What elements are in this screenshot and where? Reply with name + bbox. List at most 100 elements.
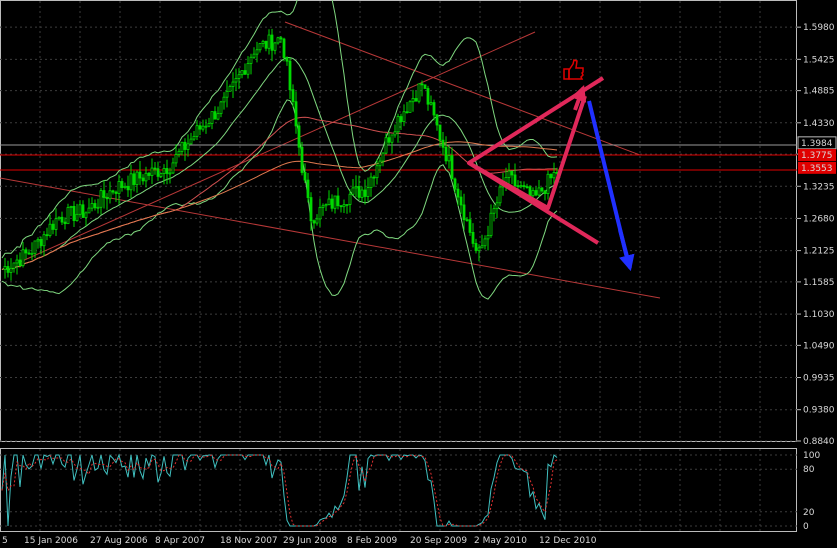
candle-body: [453, 178, 457, 190]
candle-body: [69, 206, 73, 208]
candle-body: [42, 234, 46, 247]
candle-body: [381, 152, 385, 162]
candle-body: [462, 204, 466, 221]
candle-body: [216, 113, 220, 120]
candle-body: [489, 212, 493, 236]
candle-body: [465, 219, 469, 222]
candle-body: [459, 196, 463, 206]
candle-body: [33, 240, 37, 254]
candle-body: [204, 125, 208, 128]
candle-body: [399, 116, 403, 122]
candle-body: [87, 207, 91, 214]
candle-body: [138, 171, 142, 179]
candle-body: [495, 202, 499, 210]
candle-body: [24, 249, 28, 254]
candle-body: [537, 187, 541, 196]
y-tick-label: 1.0490: [803, 341, 835, 351]
candle-body: [441, 139, 445, 148]
candle-body: [324, 204, 328, 207]
candle-body: [21, 249, 25, 266]
candle-body: [351, 187, 355, 195]
candle-body: [384, 137, 388, 154]
candle-body: [78, 204, 82, 215]
candle-body: [255, 49, 259, 55]
candle-body: [108, 190, 112, 200]
candle-body: [156, 168, 160, 177]
candle-body: [111, 190, 115, 193]
candle-body: [447, 155, 451, 162]
candle-body: [357, 186, 361, 198]
candle-body: [432, 102, 436, 116]
thumbs-up-icon: [563, 59, 584, 80]
candle-body: [348, 193, 352, 205]
candle-body: [207, 123, 211, 127]
candle-body: [192, 135, 196, 140]
candle-body: [552, 171, 556, 179]
candle-body: [186, 143, 190, 150]
candle-body: [516, 185, 520, 188]
x-tick-label: 27 Aug 2006: [90, 536, 148, 546]
support-trendline: [0, 177, 661, 299]
candle-body: [249, 56, 253, 64]
candle-body: [282, 38, 286, 58]
y-tick-label: 1.5425: [803, 55, 835, 65]
rising-trendline: [19, 31, 536, 263]
chart-canvas: 1.59801.54251.48851.43301.37901.32351.26…: [0, 0, 837, 546]
candle-body: [54, 218, 58, 230]
candle-body: [261, 40, 265, 44]
candle-body: [243, 70, 247, 75]
candle-body: [456, 188, 460, 198]
candle-body: [132, 173, 136, 185]
candle-body: [369, 176, 373, 188]
candle-body: [294, 101, 298, 127]
candle-body: [36, 238, 40, 242]
candle-body: [390, 134, 394, 143]
forecast-arrow: [618, 229, 635, 272]
osc-tick-label: 0: [803, 522, 809, 532]
candle-body: [264, 40, 268, 49]
main-grid: [0, 1, 797, 442]
candle-body: [396, 116, 400, 133]
candle-body: [90, 203, 94, 209]
candle-body: [228, 86, 232, 92]
x-tick-label: 20 Sep 2009: [410, 536, 467, 546]
candle-body: [12, 262, 16, 269]
candle-body: [549, 173, 553, 179]
candle-body: [177, 150, 181, 155]
y-tick-label: 1.5980: [803, 23, 835, 33]
candle-body: [201, 125, 205, 130]
y-tick-label: 1.1585: [803, 278, 835, 288]
candle-body: [225, 90, 229, 98]
candle-body: [546, 173, 550, 195]
candle-body: [267, 34, 271, 49]
candle-body: [159, 173, 163, 177]
candle-body: [6, 266, 10, 273]
candle-body: [18, 259, 22, 266]
candle-body: [336, 195, 340, 207]
candle-body: [123, 185, 127, 188]
candle-body: [57, 216, 61, 220]
candle-body: [315, 218, 319, 224]
candle-body: [417, 83, 421, 102]
candle-body: [117, 181, 121, 194]
osc-tick-label: 100: [803, 451, 820, 461]
candle-body: [366, 187, 370, 197]
candle-body: [276, 37, 280, 44]
candle-body: [321, 205, 325, 208]
x-tick-label: 2 May 2010: [474, 536, 527, 546]
candle-body: [519, 185, 523, 188]
candle-body: [126, 185, 130, 191]
x-tick-label: 18 Nov 2007: [220, 536, 278, 546]
candle-body: [405, 111, 409, 114]
candle-body: [411, 98, 415, 103]
candle-body: [219, 101, 223, 115]
candle-body: [378, 160, 382, 167]
candle-body: [339, 205, 343, 208]
y-tick-label: 1.4885: [803, 87, 835, 97]
candle-body: [258, 43, 262, 51]
y-tick-label: 1.1030: [803, 310, 835, 320]
y-tick-label: 1.2125: [803, 247, 835, 257]
candle-body: [144, 172, 148, 182]
candle-body: [435, 114, 439, 126]
candle-body: [72, 206, 76, 221]
